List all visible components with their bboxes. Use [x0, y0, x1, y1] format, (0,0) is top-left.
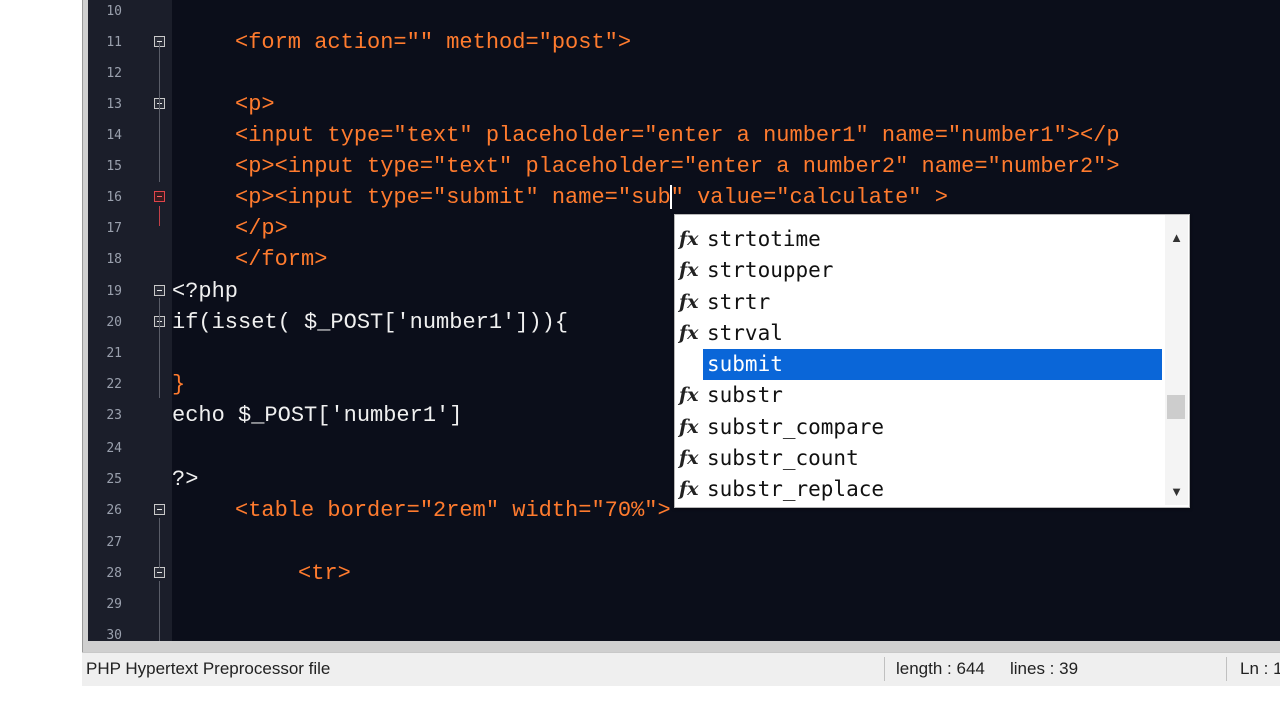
line-number: 18: [106, 252, 122, 267]
line-number: 12: [106, 66, 122, 81]
status-bar: PHP Hypertext Preprocessor file length :…: [82, 652, 1280, 686]
function-icon: fx: [679, 384, 699, 407]
fold-guide: [159, 581, 160, 641]
cursor-position: Ln : 1: [1240, 659, 1280, 678]
autocomplete-item-label: substr_replace: [707, 477, 885, 502]
code-text[interactable]: </p>: [235, 213, 288, 244]
line-number: 17: [106, 221, 122, 236]
line-number: 30: [106, 628, 122, 641]
autocomplete-item-selected[interactable]: submit: [675, 349, 1165, 381]
line-number: 14: [106, 128, 122, 143]
line-count: lines : 39: [1010, 659, 1079, 678]
code-text[interactable]: <?php: [172, 276, 238, 307]
code-line: 28 <tr>: [88, 558, 1280, 589]
line-number: 26: [106, 503, 122, 518]
line-number: 24: [106, 441, 122, 456]
line-number: 22: [106, 377, 122, 392]
code-text[interactable]: if(isset( $_POST['number1'])){: [172, 307, 568, 338]
autocomplete-item[interactable]: fx substr_compare: [675, 412, 1165, 443]
autocomplete-item[interactable]: fx strtotime: [675, 224, 1165, 255]
function-icon: fx: [679, 228, 699, 250]
code-line: 11 <form action="" method="post">: [88, 27, 1280, 58]
fold-guide: [159, 298, 160, 398]
line-number: 15: [106, 159, 122, 174]
line-number: 28: [106, 566, 122, 581]
code-text[interactable]: <p><input type="submit" name="sub" value…: [235, 182, 948, 213]
autocomplete-item-label: strval: [707, 320, 783, 345]
code-text[interactable]: <p>: [235, 89, 275, 120]
fold-toggle-icon[interactable]: [154, 504, 165, 515]
line-number: 19: [106, 284, 122, 299]
code-line: 15 <p><input type="text" placeholder="en…: [88, 151, 1280, 182]
line-number: 11: [106, 35, 122, 50]
code-text[interactable]: ?>: [172, 464, 198, 495]
function-icon: fx: [679, 321, 699, 344]
autocomplete-item[interactable]: fx strtoupper: [675, 255, 1165, 286]
code-line: 27: [88, 527, 1280, 558]
code-text[interactable]: <tr>: [298, 558, 351, 589]
file-type-label: PHP Hypertext Preprocessor file: [86, 659, 331, 678]
code-text[interactable]: <form action="" method="post">: [235, 27, 631, 58]
line-number: 21: [106, 346, 122, 361]
autocomplete-item[interactable]: fx substr_replace: [675, 474, 1165, 505]
fold-toggle-icon[interactable]: [154, 285, 165, 296]
fold-toggle-icon[interactable]: [154, 191, 165, 202]
function-icon: fx: [679, 290, 699, 313]
line-number: 29: [106, 597, 122, 612]
function-icon: fx: [679, 259, 699, 282]
fold-toggle-icon[interactable]: [154, 567, 165, 578]
code-text[interactable]: </form>: [235, 244, 327, 275]
autocomplete-item[interactable]: fx strval: [675, 318, 1165, 349]
scroll-thumb[interactable]: [1167, 395, 1185, 419]
autocomplete-item[interactable]: fx substr: [675, 380, 1165, 411]
autocomplete-item-label: strtr: [707, 289, 771, 314]
autocomplete-item-label: strtoupper: [707, 258, 834, 283]
autocomplete-item-label: substr_count: [707, 446, 859, 471]
fold-guide: [159, 42, 160, 182]
code-text[interactable]: <table border="2rem" width="70%">: [235, 495, 671, 526]
code-text[interactable]: <input type="text" placeholder="enter a …: [235, 120, 1120, 151]
code-text-after-caret: " value="calculate" >: [670, 185, 948, 210]
scroll-down-arrow-icon[interactable]: ▼: [1165, 481, 1188, 503]
autocomplete-item[interactable]: fx substr_count: [675, 443, 1165, 474]
autocomplete-item-label: submit: [703, 349, 1162, 381]
fold-guide: [159, 518, 160, 568]
function-icon: fx: [679, 447, 699, 470]
code-line: 13 <p>: [88, 89, 1280, 120]
line-number: 16: [106, 190, 122, 205]
autocomplete-item-label: substr_compare: [707, 414, 885, 439]
code-line: 12: [88, 58, 1280, 89]
code-text[interactable]: echo $_POST['number1']: [172, 400, 462, 431]
autocomplete-item-label: substr: [707, 383, 783, 408]
autocomplete-item[interactable]: fx strtr: [675, 287, 1165, 318]
status-divider: [1226, 657, 1227, 681]
line-number: 20: [106, 315, 122, 330]
document-length: length : 644: [896, 659, 985, 678]
function-icon: fx: [679, 478, 699, 501]
line-number: 25: [106, 472, 122, 487]
code-line: 29: [88, 589, 1280, 620]
code-text-before-caret: <p><input type="submit" name="sub: [235, 185, 671, 210]
scroll-up-arrow-icon[interactable]: ▲: [1165, 227, 1188, 249]
autocomplete-list: fx strtotime fx strtoupper fx strtr fx s…: [675, 224, 1165, 506]
code-line: 10: [88, 0, 1280, 27]
code-text[interactable]: }: [172, 369, 185, 400]
autocomplete-item-label: strtotime: [707, 227, 821, 251]
code-text[interactable]: <p><input type="text" placeholder="enter…: [235, 151, 1120, 182]
line-number: 27: [106, 535, 122, 550]
code-line-current: 16 <p><input type="submit" name="sub" va…: [88, 182, 1280, 213]
status-divider: [884, 657, 885, 681]
fold-guide: [159, 206, 160, 226]
code-line: 14 <input type="text" placeholder="enter…: [88, 120, 1280, 151]
autocomplete-scrollbar[interactable]: ▲ ▼: [1165, 215, 1188, 505]
code-line: 30: [88, 620, 1280, 641]
line-number: 10: [106, 4, 122, 19]
function-icon: fx: [679, 415, 699, 438]
autocomplete-popup[interactable]: fx strtotime fx strtoupper fx strtr fx s…: [674, 214, 1190, 508]
line-number: 23: [106, 408, 122, 423]
line-number: 13: [106, 97, 122, 112]
